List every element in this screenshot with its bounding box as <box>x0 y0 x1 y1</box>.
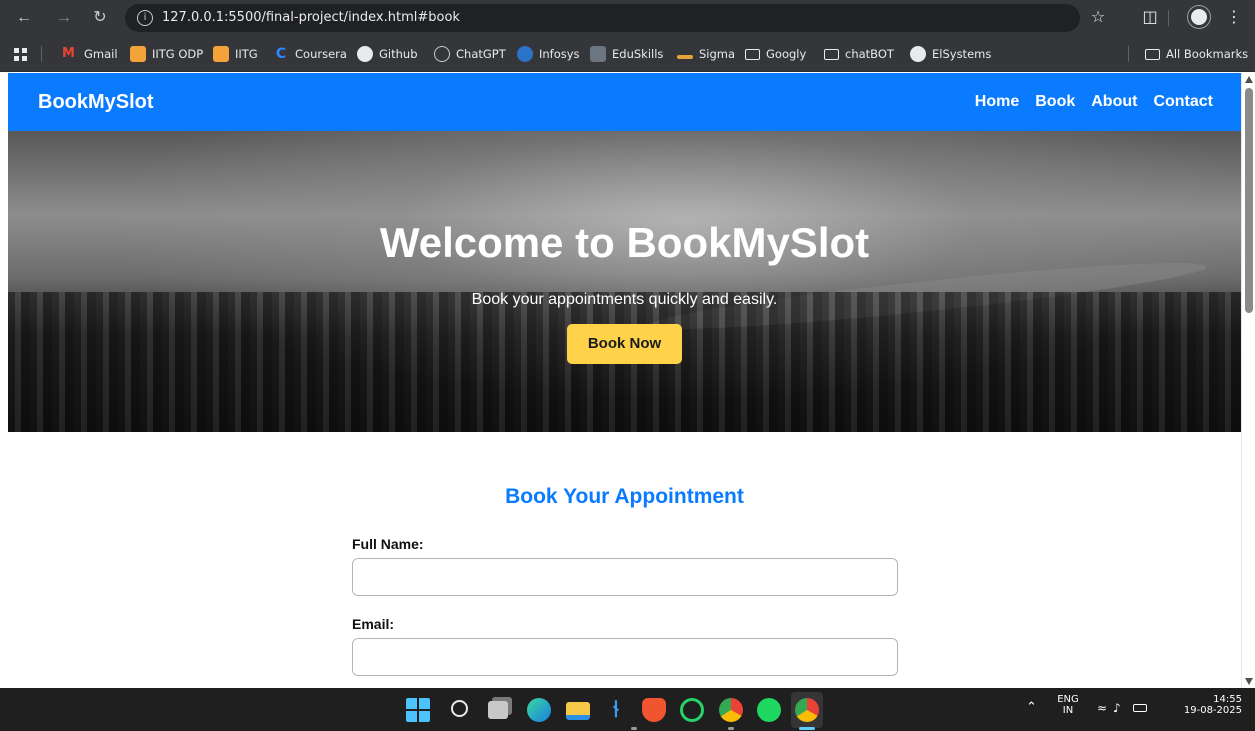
site-info-icon[interactable]: i <box>137 10 153 26</box>
system-clock[interactable]: 14:55 19-08-2025 <box>1172 694 1242 716</box>
scroll-up-icon[interactable] <box>1245 76 1253 83</box>
github-icon <box>357 46 373 62</box>
spotify-icon[interactable] <box>757 698 781 722</box>
wifi-icon[interactable]: ≈ <box>1097 701 1107 715</box>
sigma-icon <box>677 55 693 59</box>
region-code: IN <box>1062 705 1074 716</box>
language-indicator[interactable]: ENG IN <box>1055 694 1081 716</box>
folder-icon <box>1145 48 1160 60</box>
nav-about-link[interactable]: About <box>1091 93 1137 111</box>
whatsapp-icon[interactable] <box>680 698 704 722</box>
bookmark-iitg-odp[interactable]: IITG ODP <box>130 44 203 64</box>
bookmarks-divider <box>1128 46 1129 62</box>
nav-book-link[interactable]: Book <box>1035 93 1075 111</box>
booking-form-title: Book Your Appointment <box>505 485 744 508</box>
nav-home-link[interactable]: Home <box>975 93 1019 111</box>
bookmarks-divider <box>41 46 42 62</box>
coursera-icon: C <box>275 46 287 62</box>
bookmark-coursera[interactable]: C Coursera <box>273 44 347 64</box>
iitg-logo-icon <box>213 46 229 62</box>
reload-icon[interactable]: ↻ <box>88 6 112 30</box>
menu-dots-icon[interactable]: ⋮ <box>1222 6 1246 30</box>
site-logo[interactable]: BookMySlot <box>38 91 154 114</box>
active-indicator <box>799 727 815 730</box>
book-now-button[interactable]: Book Now <box>567 324 682 364</box>
bookmark-folder-chatbot[interactable]: chatBOT <box>824 44 894 64</box>
gmail-icon: M <box>62 46 75 61</box>
windows-taskbar: ⫮ ⌃ ENG IN ≈ ♪ 14:55 19-08-2025 <box>0 688 1255 731</box>
apps-grid-icon[interactable] <box>14 44 27 64</box>
bookmark-eduskills[interactable]: EduSkills <box>590 44 663 64</box>
bookmark-elsystems[interactable]: ElSystems <box>910 44 991 64</box>
folder-icon <box>824 48 839 60</box>
toolbar-divider <box>1168 10 1169 26</box>
brave-icon[interactable] <box>642 698 666 722</box>
bookmark-github[interactable]: Github <box>357 44 418 64</box>
bookmark-gmail[interactable]: M Gmail <box>62 44 118 64</box>
bookmarks-bar: M Gmail IITG ODP IITG C Coursera Github … <box>0 36 1255 72</box>
search-icon[interactable] <box>451 700 468 717</box>
full-name-label: Full Name: <box>352 536 424 552</box>
bookmark-folder-googly[interactable]: Googly <box>745 44 806 64</box>
folder-icon <box>745 48 760 60</box>
bookmark-sigma[interactable]: Sigma <box>677 44 735 64</box>
hero-section: Welcome to BookMySlot Book your appointm… <box>8 131 1241 432</box>
nav-contact-link[interactable]: Contact <box>1153 93 1213 111</box>
full-name-input[interactable] <box>352 558 898 596</box>
iitg-logo-icon <box>130 46 146 62</box>
site-header: BookMySlot Home Book About Contact <box>8 73 1241 131</box>
extensions-icon[interactable]: ◫ <box>1138 6 1162 30</box>
battery-icon[interactable] <box>1133 704 1147 712</box>
chrome-icon[interactable] <box>719 698 743 722</box>
eduskills-icon <box>590 46 606 62</box>
infosys-icon <box>517 46 533 62</box>
back-arrow-icon[interactable]: ← <box>12 6 36 30</box>
chevron-up-icon[interactable]: ⌃ <box>1026 700 1037 715</box>
hero-title: Welcome to BookMySlot <box>379 219 870 266</box>
page-viewport: BookMySlot Home Book About Contact Welco… <box>8 73 1241 688</box>
language-code: ENG <box>1057 694 1079 705</box>
task-view-icon[interactable] <box>488 701 508 719</box>
hero-subtitle: Book your appointments quickly and easil… <box>471 291 778 308</box>
profile-avatar[interactable] <box>1188 6 1210 28</box>
running-indicator <box>631 727 637 730</box>
address-bar[interactable]: i 127.0.0.1:5500/final-project/index.htm… <box>125 4 1080 32</box>
volume-icon[interactable]: ♪ <box>1113 701 1121 715</box>
email-label: Email: <box>352 616 395 632</box>
bookmark-infosys[interactable]: Infosys <box>517 44 580 64</box>
clock-time: 14:55 <box>1213 694 1242 705</box>
edge-icon[interactable] <box>527 698 551 722</box>
all-bookmarks-button[interactable]: All Bookmarks <box>1145 44 1248 64</box>
email-input[interactable] <box>352 638 898 676</box>
forward-arrow-icon[interactable]: → <box>52 6 76 30</box>
chatgpt-icon <box>434 46 450 62</box>
vscode-icon[interactable]: ⫮ <box>604 698 628 722</box>
running-indicator <box>728 727 734 730</box>
page-scrollbar[interactable] <box>1241 73 1255 688</box>
file-explorer-icon[interactable] <box>566 702 590 720</box>
bookmark-chatgpt[interactable]: ChatGPT <box>434 44 506 64</box>
scrollbar-thumb[interactable] <box>1245 88 1253 313</box>
globe-icon <box>910 46 926 62</box>
scroll-down-icon[interactable] <box>1245 678 1253 685</box>
windows-start-icon[interactable] <box>406 698 430 722</box>
clock-date: 19-08-2025 <box>1183 705 1242 716</box>
chrome-active-icon[interactable] <box>795 698 819 722</box>
url-text[interactable]: 127.0.0.1:5500/final-project/index.html#… <box>162 10 460 25</box>
star-icon[interactable]: ☆ <box>1086 6 1110 30</box>
site-nav: Home Book About Contact <box>975 93 1213 111</box>
browser-toolbar: ← → ↻ i 127.0.0.1:5500/final-project/ind… <box>0 0 1255 36</box>
bookmark-iitg[interactable]: IITG <box>213 44 258 64</box>
